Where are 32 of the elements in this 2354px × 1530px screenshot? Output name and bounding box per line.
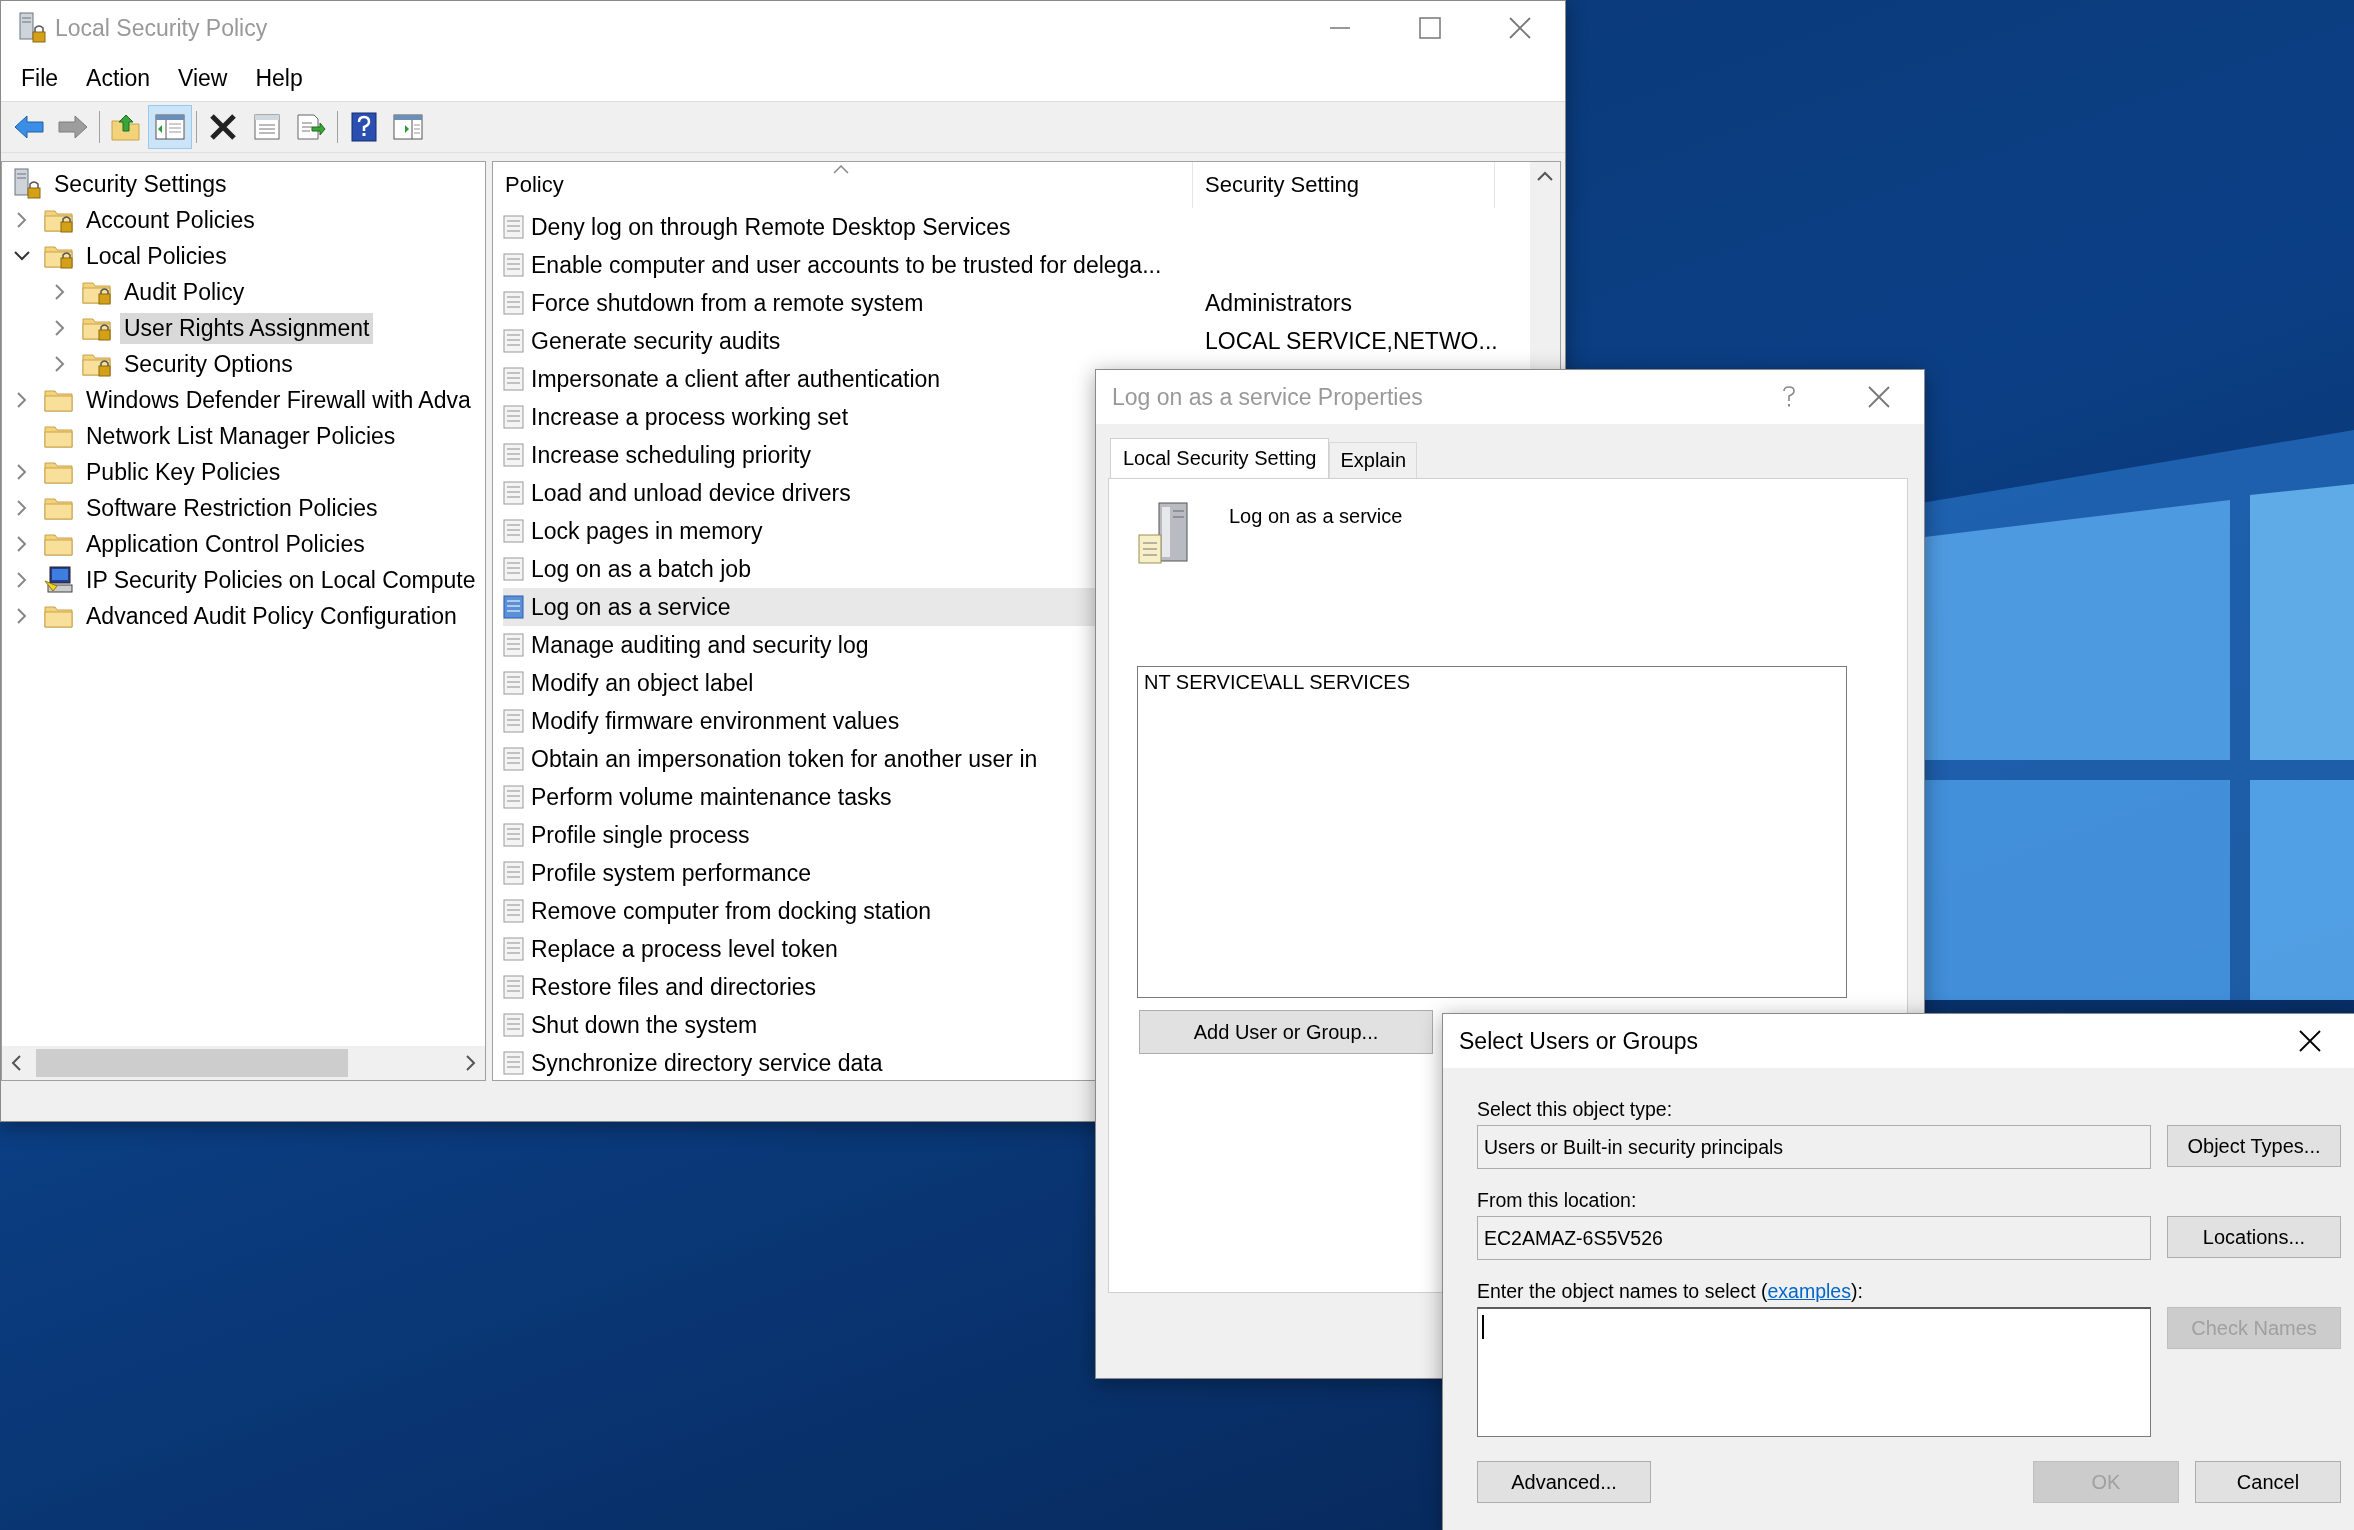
- policy-name: Remove computer from docking station: [531, 897, 932, 925]
- policy-name: Restore files and directories: [531, 973, 817, 1001]
- policy-name: Modify firmware environment values: [531, 707, 900, 735]
- field-label: Enter the object names to select (examples):: [1477, 1279, 1864, 1305]
- policy-name: Deny log on through Remote Desktop Services: [531, 213, 1011, 241]
- window-title: Select Users or Groups: [1459, 1027, 1700, 1055]
- policy-name: Log on as a batch job: [531, 555, 751, 583]
- policy-name: Impersonate a client after authentication: [531, 365, 941, 393]
- setting-value: Administrators: [1204, 289, 1353, 317]
- policy-name: Force shutdown from a remote system: [531, 289, 924, 317]
- policy-name: Perform volume maintenance tasks: [531, 783, 892, 811]
- policy-name: Replace a process level token: [531, 935, 838, 963]
- policy-name: Profile system performance: [531, 859, 811, 887]
- window-title: Local Security Policy: [55, 14, 269, 42]
- policy-name: Synchronize directory service data: [531, 1049, 883, 1077]
- policy-title: Log on as a service: [1229, 504, 1403, 528]
- policy-name: Enable computer and user accounts to be trusted for delega...: [531, 251, 1162, 279]
- policy-name: Profile single process: [531, 821, 750, 849]
- policy-name: Obtain an impersonation token for another user in: [531, 745, 1038, 773]
- policy-name: Load and unload device drivers: [531, 479, 851, 507]
- policy-name: Generate security audits: [531, 327, 781, 355]
- policy-name: Manage auditing and security log: [531, 631, 869, 659]
- policy-name: Lock pages in memory: [531, 517, 763, 545]
- field-label: From this location:: [1477, 1188, 1638, 1213]
- policy-name: Increase scheduling priority: [531, 441, 811, 469]
- policy-name: Modify an object label: [531, 669, 754, 697]
- policy-name: Increase a process working set: [531, 403, 849, 431]
- window-title: Log on as a service Properties: [1112, 383, 1424, 411]
- setting-value: LOCAL SERVICE,NETWO...: [1204, 327, 1495, 355]
- policy-name: Log on as a service: [531, 593, 731, 621]
- field-label: Select this object type:: [1477, 1097, 1674, 1122]
- policy-name: Shut down the system: [531, 1011, 758, 1039]
